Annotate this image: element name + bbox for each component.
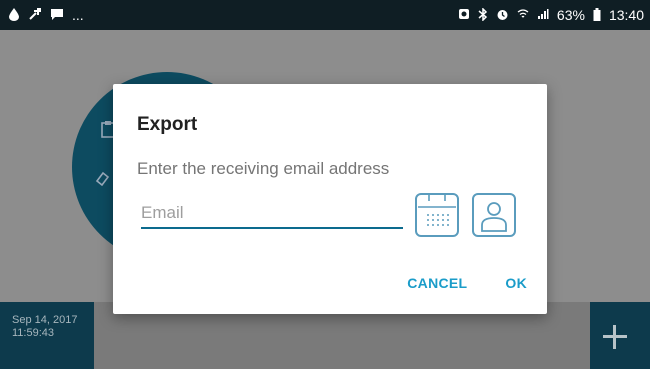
calendar-icon (417, 194, 457, 239)
bluetooth-icon (478, 6, 488, 23)
overflow-indicator: ... (72, 7, 84, 23)
data-saver-icon (458, 8, 470, 22)
status-bar-right: 63% 13:40 (458, 6, 644, 23)
entry-timestamp: Sep 14, 2017 11:59:43 (0, 302, 94, 369)
message-icon (50, 8, 64, 23)
dialog-prompt: Enter the receiving email address (137, 159, 390, 178)
clock: 13:40 (608, 7, 644, 23)
ok-button[interactable]: OK (505, 275, 527, 291)
arrow-icon (28, 7, 42, 23)
dialog-actions: CANCEL OK (407, 275, 527, 291)
wifi-icon (517, 8, 529, 22)
status-bar-left: ... (8, 7, 84, 23)
export-dialog: Export Enter the receiving email address (113, 84, 547, 314)
contact-picker-button[interactable] (472, 193, 516, 237)
cancel-button[interactable]: CANCEL (407, 275, 467, 291)
droplet-icon (8, 7, 20, 23)
status-bar: ... 63% 13:40 (0, 0, 650, 30)
entry-time: 11:59:43 (12, 327, 55, 339)
dialog-title: Export (137, 114, 198, 135)
person-icon (474, 202, 514, 239)
signal-icon (537, 8, 549, 22)
eraser-icon (94, 170, 110, 190)
entry-date: Sep 14, 2017 (12, 314, 78, 326)
alarm-icon (496, 8, 509, 23)
battery-icon (593, 7, 601, 23)
email-input[interactable] (141, 201, 403, 229)
battery-percent: 63% (556, 7, 585, 23)
calendar-button[interactable] (415, 193, 459, 237)
add-button[interactable] (590, 302, 650, 369)
